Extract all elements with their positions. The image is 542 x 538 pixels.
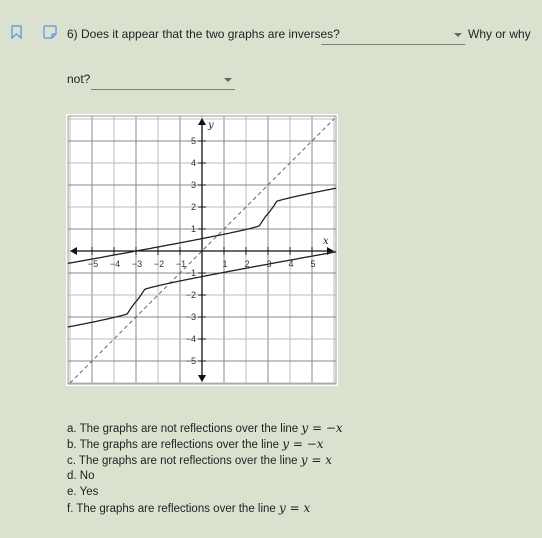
y-tick-label: 1 [191, 224, 196, 234]
y-tick-label: −3 [186, 312, 196, 322]
option-math: y = −x [282, 437, 324, 451]
x-tick-label: −4 [110, 259, 120, 269]
question-text: 6) Does it appear that the two graphs ar… [67, 27, 340, 41]
x-tick-label: 5 [310, 259, 315, 269]
answer-dropdown-inverses[interactable] [321, 26, 465, 45]
option-text: c. The graphs are not reflections over t… [67, 455, 301, 467]
y-tick-label: −2 [186, 290, 196, 300]
bookmark-icon[interactable] [11, 25, 22, 42]
chevron-down-icon [224, 78, 232, 82]
x-tick-label: −1 [176, 259, 186, 269]
option-math: y = −x [301, 421, 343, 435]
x-tick-label: −5 [88, 259, 98, 269]
arrow-down-icon [198, 375, 206, 382]
axes [70, 118, 334, 382]
answer-option: b. The graphs are reflections over the l… [67, 436, 343, 452]
answer-option: e. Yes [67, 484, 343, 500]
option-text: b. The graphs are reflections over the l… [67, 439, 283, 451]
y-tick-label: −4 [186, 334, 196, 344]
option-text: d. No [67, 470, 95, 482]
answer-options: a. The graphs are not reflections over t… [67, 420, 343, 516]
option-math: y = x [300, 453, 333, 467]
y-tick-label: 4 [191, 158, 196, 168]
y-tick-label: 2 [191, 202, 196, 212]
arrow-left-icon [70, 247, 77, 255]
x-axis-label: x [323, 236, 329, 247]
x-tick-label: −2 [154, 259, 164, 269]
y-axis-label: y [207, 120, 214, 131]
answer-option: f. The graphs are reflections over the l… [67, 500, 343, 516]
y-tick-label: −5 [186, 356, 196, 366]
question-text-not: not? [67, 72, 91, 86]
graph-image: −5 −4 −3 −2 −1 1 2 3 4 5 5 4 3 2 1 −1 −2 −3 −4 −5 x y [66, 114, 338, 386]
y-tick-label: −1 [186, 268, 196, 278]
graph-svg: −5 −4 −3 −2 −1 1 2 3 4 554321−1−2−3−4−5 x y [67, 115, 337, 385]
question-text-why: Why or why [468, 27, 531, 41]
chevron-down-icon [454, 33, 462, 37]
option-math: y = x [279, 501, 311, 515]
option-text: f. The graphs are reflections over the l… [67, 503, 280, 515]
option-text: a. The graphs are not reflections over t… [67, 423, 302, 435]
x-tick-label: 1 [222, 259, 227, 269]
answer-option: a. The graphs are not reflections over t… [67, 420, 343, 436]
y-tick-label: 5 [191, 136, 196, 146]
note-icon[interactable] [43, 25, 57, 42]
answer-option: d. No [67, 468, 343, 484]
option-text: e. Yes [67, 486, 99, 498]
answer-option: c. The graphs are not reflections over t… [67, 452, 343, 468]
x-tick-label: −3 [132, 259, 142, 269]
y-tick-label: 3 [191, 180, 196, 190]
answer-dropdown-why[interactable] [91, 71, 235, 90]
